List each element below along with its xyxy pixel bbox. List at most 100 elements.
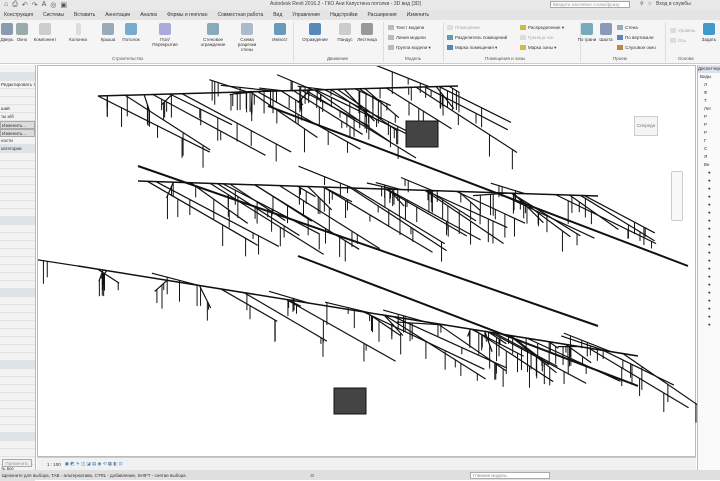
stair-button[interactable]: Лестница (352, 23, 382, 42)
3d-viewport[interactable]: Спереди (37, 65, 696, 457)
curtain-system-button[interactable]: Стеновое ограждение (198, 23, 228, 47)
browser-sheet-item[interactable]: ● (698, 233, 720, 241)
browser-sheet-item[interactable]: ● (698, 201, 720, 209)
property-row[interactable] (0, 97, 35, 105)
property-row[interactable] (0, 273, 35, 281)
mullion-button[interactable]: Импост (265, 23, 295, 42)
browser-sheet-item[interactable]: ● (698, 321, 720, 329)
browser-sheet-item[interactable]: ● (698, 241, 720, 249)
tab-manage[interactable]: Управление (292, 12, 320, 18)
property-row[interactable] (0, 193, 35, 201)
grid-button[interactable]: Ось (670, 38, 686, 43)
browser-item[interactable]: Я (698, 153, 720, 161)
panel-label-room-area[interactable]: Помещения и зоны (485, 56, 525, 61)
property-row[interactable] (0, 409, 35, 417)
browser-sheet-item[interactable]: ● (698, 217, 720, 225)
browser-item[interactable]: Виды (698, 73, 720, 81)
view-cube[interactable]: Спереди (634, 116, 658, 136)
tab-structure[interactable]: Конструкция (4, 12, 33, 18)
property-row[interactable]: ности (0, 137, 35, 145)
browser-sheet-item[interactable]: ● (698, 177, 720, 185)
tab-analyze[interactable]: Анализ (140, 12, 157, 18)
property-row[interactable] (0, 305, 35, 313)
property-row[interactable] (0, 89, 35, 97)
browser-item[interactable]: Ве (698, 161, 720, 169)
property-row[interactable] (0, 65, 35, 73)
browser-sheet-item[interactable]: ● (698, 289, 720, 297)
tab-systems[interactable]: Системы (43, 12, 64, 18)
area-tag-button[interactable]: Марка зоны ▾ (520, 45, 556, 51)
browser-sheet-item[interactable]: ● (698, 225, 720, 233)
property-row[interactable] (0, 433, 35, 441)
room-separator-button[interactable]: Разделитель помещений (447, 35, 507, 40)
railing-button[interactable]: Ограждение (300, 23, 330, 42)
property-row[interactable] (0, 217, 35, 225)
column-button[interactable]: Колонна (63, 23, 93, 42)
property-row[interactable] (0, 329, 35, 337)
property-row[interactable] (0, 449, 35, 457)
ceiling-button[interactable]: Потолок (116, 23, 146, 42)
view-control-icons[interactable]: ▣ ◩ ☀ ◫ ◪ ▤ ◉ ⟲ ▦ ◧ ⊡ (65, 461, 123, 467)
property-row[interactable] (0, 153, 35, 161)
tab-collaborate[interactable]: Совместная работа (217, 12, 263, 18)
property-row[interactable] (0, 297, 35, 305)
binoculars-icon[interactable]: ⚲ (640, 1, 644, 7)
property-row[interactable] (0, 161, 35, 169)
property-row[interactable] (0, 337, 35, 345)
browser-sheet-item[interactable]: ● (698, 313, 720, 321)
signin-button[interactable]: Вход в службы (656, 1, 691, 7)
property-row[interactable] (0, 249, 35, 257)
property-row[interactable] (0, 369, 35, 377)
property-row[interactable]: Изменить... (0, 121, 35, 129)
property-row[interactable] (0, 225, 35, 233)
room-button[interactable]: Помещение (447, 25, 480, 30)
property-row[interactable] (0, 417, 35, 425)
tab-modify[interactable]: Изменить (407, 12, 430, 18)
property-row[interactable] (0, 289, 35, 297)
property-row[interactable] (0, 201, 35, 209)
browser-item[interactable]: Р (698, 121, 720, 129)
property-row[interactable] (0, 441, 35, 449)
tab-insert[interactable]: Вставить (74, 12, 95, 18)
tab-addins[interactable]: Надстройки (330, 12, 357, 18)
model-line-button[interactable]: Линия модели (388, 35, 426, 40)
property-row[interactable] (0, 425, 35, 433)
component-button[interactable]: Компонент (30, 23, 60, 42)
shaft-button[interactable]: Шахта (595, 23, 617, 42)
tab-annotate[interactable]: Аннотации (105, 12, 130, 18)
browser-sheet-item[interactable]: ● (698, 185, 720, 193)
browser-sheet-item[interactable]: ● (698, 169, 720, 177)
property-row[interactable] (0, 257, 35, 265)
property-row[interactable] (0, 377, 35, 385)
property-row[interactable]: Редактировать тип (0, 81, 35, 89)
property-row[interactable] (0, 361, 35, 369)
property-row[interactable] (0, 73, 35, 81)
property-row[interactable] (0, 401, 35, 409)
browser-sheet-item[interactable]: ● (698, 297, 720, 305)
property-row[interactable] (0, 233, 35, 241)
browser-sheet-item[interactable]: ● (698, 249, 720, 257)
property-row[interactable] (0, 281, 35, 289)
property-row[interactable] (0, 185, 35, 193)
property-row[interactable] (0, 241, 35, 249)
browser-item[interactable]: Л (698, 81, 720, 89)
dormer-button[interactable]: Слуховое окно (617, 45, 656, 50)
property-row[interactable] (0, 313, 35, 321)
tab-view[interactable]: Вид (273, 12, 282, 18)
property-row[interactable] (0, 169, 35, 177)
property-row[interactable] (0, 177, 35, 185)
browser-item[interactable]: Т (698, 97, 720, 105)
property-row[interactable] (0, 345, 35, 353)
area-button[interactable]: Распределение ▾ (520, 25, 564, 31)
browser-item[interactable]: Р (698, 113, 720, 121)
curtain-grid-button[interactable]: Схема разрезки стены (232, 23, 262, 52)
browser-sheet-item[interactable]: ● (698, 209, 720, 217)
browser-sheet-item[interactable]: ● (698, 193, 720, 201)
apply-button[interactable]: Применить (2, 459, 32, 467)
browser-item[interactable]: Ф (698, 89, 720, 97)
browser-item[interactable]: Г (698, 137, 720, 145)
tab-extensions[interactable]: Расширения (368, 12, 397, 18)
property-row[interactable] (0, 321, 35, 329)
browser-sheet-item[interactable]: ● (698, 273, 720, 281)
property-row[interactable] (0, 353, 35, 361)
